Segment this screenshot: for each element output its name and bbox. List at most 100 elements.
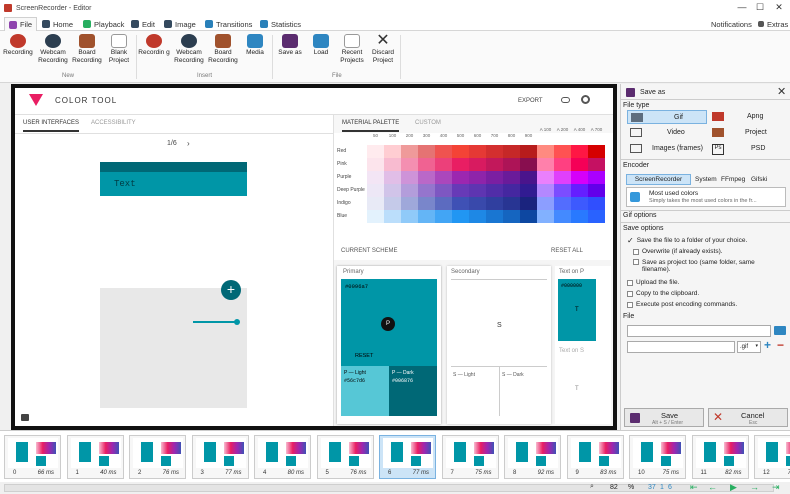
tab-edit[interactable]: Edit: [127, 17, 159, 31]
palette-swatch[interactable]: [520, 184, 537, 197]
frame-thumbnail[interactable]: 6 77 ms: [379, 435, 436, 479]
palette-swatch[interactable]: [486, 171, 503, 184]
notifications-button[interactable]: Notifications: [707, 17, 756, 31]
primary-light-swatch[interactable]: P — Light #56c7d6: [341, 366, 389, 416]
palette-swatch[interactable]: [554, 158, 571, 171]
palette-swatch[interactable]: [486, 210, 503, 223]
new-recording-button[interactable]: Recording: [2, 34, 34, 57]
palette-swatch[interactable]: [554, 210, 571, 223]
palette-swatch[interactable]: [571, 171, 588, 184]
opt-upload[interactable]: Upload the file.: [627, 279, 679, 286]
palette-swatch[interactable]: [452, 145, 469, 158]
palette-swatch[interactable]: [537, 197, 554, 210]
palette-swatch[interactable]: [469, 158, 486, 171]
tab-image[interactable]: Image: [160, 17, 200, 31]
palette-swatch[interactable]: [537, 158, 554, 171]
palette-swatch[interactable]: [418, 197, 435, 210]
palette-swatch[interactable]: [588, 184, 605, 197]
palette-swatch[interactable]: [418, 184, 435, 197]
maximize-button[interactable]: ☐: [752, 2, 768, 13]
palette-swatch[interactable]: [554, 184, 571, 197]
play-icon[interactable]: ▶: [730, 482, 737, 493]
frame-thumbnail[interactable]: 1276 ms: [754, 435, 790, 479]
save-as-button[interactable]: Save as: [275, 34, 305, 57]
first-frame-icon[interactable]: ⇤: [690, 482, 698, 493]
remove-icon[interactable]: −: [777, 338, 784, 352]
palette-swatch[interactable]: [520, 145, 537, 158]
palette-swatch[interactable]: [503, 158, 520, 171]
fab-add-icon[interactable]: +: [221, 280, 241, 300]
palette-swatch[interactable]: [401, 158, 418, 171]
export-button[interactable]: EXPORT: [518, 98, 543, 104]
palette-swatch[interactable]: [418, 145, 435, 158]
close-button[interactable]: ✕: [771, 2, 787, 13]
checkbox[interactable]: [627, 279, 633, 286]
palette-swatch[interactable]: [469, 210, 486, 223]
primary-reset-button[interactable]: RESET: [355, 353, 373, 359]
reset-all-button[interactable]: RESET ALL: [551, 248, 583, 254]
palette-swatch[interactable]: [503, 210, 520, 223]
palette-swatch[interactable]: [486, 184, 503, 197]
palette-swatch[interactable]: [384, 184, 401, 197]
checkbox[interactable]: [633, 248, 639, 255]
zoom-value[interactable]: 82: [610, 484, 618, 491]
palette-swatch[interactable]: [384, 197, 401, 210]
insert-board-recording-button[interactable]: Board Recording: [206, 34, 240, 65]
encoder-screenrecorder[interactable]: ScreenRecorder: [626, 174, 691, 185]
palette-swatch[interactable]: [571, 197, 588, 210]
frame-thumbnail[interactable]: 3 77 ms: [191, 435, 249, 479]
palette-swatch[interactable]: [486, 197, 503, 210]
palette-swatch[interactable]: [554, 145, 571, 158]
palette-swatch[interactable]: [418, 210, 435, 223]
encoder-preset-select[interactable]: Most used colors Simply takes the most u…: [626, 187, 786, 207]
palette-swatch[interactable]: [588, 158, 605, 171]
type-gif-option[interactable]: Gif: [627, 110, 707, 124]
discard-project-button[interactable]: ✕ Discard Project: [369, 33, 397, 65]
new-board-recording-button[interactable]: Board Recording: [70, 34, 104, 65]
palette-swatch[interactable]: [588, 171, 605, 184]
type-apng-option[interactable]: Apng: [711, 110, 789, 124]
primary-swatch[interactable]: #0096a7 P RESET: [341, 279, 437, 366]
next-frame-icon[interactable]: →: [750, 482, 759, 492]
recent-projects-button[interactable]: Recent Projects: [338, 34, 366, 65]
horizontal-scrollbar[interactable]: [4, 484, 774, 492]
palette-swatch[interactable]: [588, 197, 605, 210]
palette-swatch[interactable]: [469, 145, 486, 158]
opt-overwrite[interactable]: Overwrite (if already exists).: [633, 248, 723, 255]
palette-swatch[interactable]: [418, 158, 435, 171]
insert-media-button[interactable]: Media: [241, 34, 269, 57]
cancel-button[interactable]: ✕ Cancel Esc: [708, 408, 788, 427]
palette-swatch[interactable]: [520, 210, 537, 223]
frame-thumbnail[interactable]: 8 92 ms: [504, 435, 561, 479]
checkbox[interactable]: [633, 259, 639, 265]
tab-transitions[interactable]: Transitions: [201, 17, 256, 31]
palette-swatch[interactable]: [401, 171, 418, 184]
palette-swatch[interactable]: [503, 145, 520, 158]
frame-thumbnail[interactable]: 11 82 ms: [691, 435, 749, 479]
palette-swatch[interactable]: [384, 158, 401, 171]
palette-swatch[interactable]: [384, 210, 401, 223]
minimize-button[interactable]: —: [734, 2, 750, 12]
palette-swatch[interactable]: [435, 197, 452, 210]
encoder-system[interactable]: System: [695, 176, 717, 183]
palette-swatch[interactable]: [435, 210, 452, 223]
palette-swatch[interactable]: [418, 171, 435, 184]
type-video-option[interactable]: Video: [627, 126, 707, 140]
palette-swatch[interactable]: [452, 210, 469, 223]
palette-swatch[interactable]: [367, 210, 384, 223]
palette-swatch[interactable]: [469, 171, 486, 184]
slider-track[interactable]: [193, 321, 238, 323]
frame-thumbnail[interactable]: 2 76 ms: [129, 435, 186, 479]
palette-swatch[interactable]: [554, 197, 571, 210]
opt-post-encoding[interactable]: Execute post encoding commands.: [627, 301, 737, 308]
palette-swatch[interactable]: [435, 145, 452, 158]
palette-swatch[interactable]: [435, 158, 452, 171]
frame-thumbnail[interactable]: 9 83 ms: [566, 435, 624, 479]
pager-next-button[interactable]: ›: [187, 139, 190, 148]
insert-recording-button[interactable]: Recordin g: [138, 34, 170, 57]
palette-swatch[interactable]: [384, 145, 401, 158]
palette-swatch[interactable]: [452, 171, 469, 184]
frame-thumbnail[interactable]: 4 80 ms: [254, 435, 311, 479]
panel-close-icon[interactable]: ✕: [777, 85, 786, 98]
tab-home[interactable]: Home: [38, 17, 77, 31]
